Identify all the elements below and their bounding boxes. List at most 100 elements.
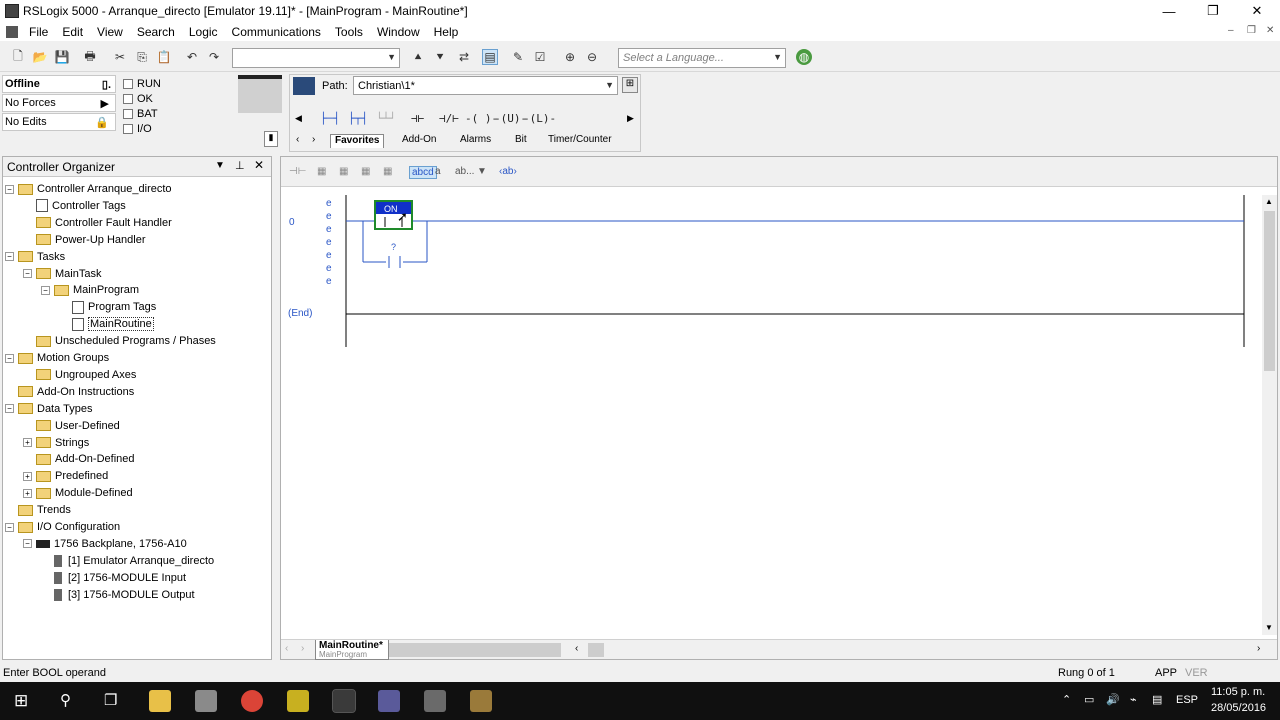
pin-icon[interactable]: ⊥ bbox=[235, 159, 245, 172]
cut-icon[interactable]: ✂ bbox=[112, 49, 128, 65]
expand-icon[interactable]: + bbox=[23, 471, 32, 481]
verify-routine-icon[interactable]: ▤ bbox=[482, 49, 498, 65]
forces-status[interactable]: No Forces ▶ bbox=[2, 94, 116, 112]
controller-mode-status[interactable]: Offline ▯. bbox=[2, 75, 116, 93]
rung-icon[interactable]: ├─┤ bbox=[320, 112, 340, 125]
app-window-icon[interactable] bbox=[195, 690, 217, 712]
collapse-icon[interactable]: − bbox=[5, 184, 14, 194]
tree-item[interactable]: [3] 1756-MODULE Output bbox=[41, 587, 195, 603]
accept-edit-icon[interactable]: ▦ bbox=[339, 166, 348, 177]
emulator-icon[interactable] bbox=[378, 690, 400, 712]
alias-display-icon[interactable]: ab... bbox=[455, 166, 474, 177]
tree-item[interactable]: MainRoutine bbox=[59, 316, 154, 332]
volume-icon[interactable]: 🔊 bbox=[1106, 693, 1120, 706]
cancel-edit-icon[interactable]: ▦ bbox=[361, 166, 370, 177]
menu-communications[interactable]: Communications bbox=[225, 25, 328, 39]
find-up-icon[interactable]: ⯅ bbox=[410, 49, 426, 65]
tree-item[interactable]: Controller Fault Handler bbox=[23, 215, 172, 231]
collapse-icon[interactable]: − bbox=[5, 404, 14, 414]
tray-chevron-icon[interactable]: ⌃ bbox=[1062, 693, 1071, 706]
tree-item[interactable]: Unscheduled Programs / Phases bbox=[23, 333, 216, 349]
rslogix-taskbar-icon[interactable] bbox=[332, 689, 356, 713]
expand-icon[interactable]: + bbox=[23, 438, 32, 447]
copy-icon[interactable]: ⎘ bbox=[134, 49, 150, 65]
display-dropdown-icon[interactable]: ▼ bbox=[477, 166, 487, 177]
menu-tools[interactable]: Tools bbox=[328, 25, 370, 39]
file-explorer-icon[interactable] bbox=[149, 690, 171, 712]
clock-date[interactable]: 28/05/2016 bbox=[1211, 702, 1266, 714]
scroll-left-icon[interactable]: ◀ bbox=[295, 113, 302, 124]
tag-display-icon[interactable]: a bbox=[435, 166, 441, 177]
who-active-icon[interactable]: ⊞ bbox=[622, 77, 638, 93]
task-view-icon[interactable]: ❐ bbox=[104, 691, 117, 709]
menu-help[interactable]: Help bbox=[427, 25, 466, 39]
branch-icon[interactable]: ├┬┤ bbox=[348, 112, 368, 125]
assemble-edit-icon[interactable]: ▦ bbox=[383, 166, 392, 177]
menu-window[interactable]: Window bbox=[370, 25, 427, 39]
xic-icon[interactable]: ⊣⊢ bbox=[411, 112, 424, 125]
mdi-minimize-button[interactable]: – bbox=[1228, 25, 1234, 36]
collapse-icon[interactable]: − bbox=[23, 539, 32, 549]
tree-item[interactable]: Add-On-Defined bbox=[23, 451, 135, 467]
search-icon[interactable]: ⚲ bbox=[60, 691, 71, 709]
print-icon[interactable]: 🖶 bbox=[82, 49, 98, 65]
tree-item[interactable]: − MainProgram bbox=[41, 282, 139, 298]
hscroll-left-icon[interactable]: ‹ bbox=[575, 643, 578, 654]
sheet-prev-icon[interactable]: ‹ bbox=[285, 643, 288, 654]
sheet-tab-mainroutine[interactable]: MainRoutine* MainProgram bbox=[315, 640, 389, 660]
tree-item[interactable]: User-Defined bbox=[23, 418, 120, 434]
organizer-close-icon[interactable]: ✕ bbox=[254, 158, 264, 172]
tree-item[interactable]: Program Tags bbox=[59, 299, 156, 315]
open-folder-icon[interactable]: 📂 bbox=[32, 49, 48, 65]
tree-item[interactable]: Ungrouped Axes bbox=[23, 367, 136, 383]
description-toggle-icon[interactable]: ‹ab› bbox=[499, 166, 517, 177]
network-icon[interactable] bbox=[293, 77, 315, 95]
tree-item[interactable]: [1] Emulator Arranque_directo bbox=[41, 553, 214, 569]
chrome-icon[interactable] bbox=[241, 690, 263, 712]
tree-item[interactable]: Add-On Instructions bbox=[5, 384, 134, 400]
tree-item[interactable]: − MainTask bbox=[23, 266, 101, 282]
collapse-icon[interactable]: − bbox=[41, 285, 50, 295]
menu-file[interactable]: File bbox=[22, 25, 55, 39]
tree-item[interactable]: [2] 1756-MODULE Input bbox=[41, 570, 186, 586]
verify-controller-icon[interactable]: ☑ bbox=[532, 49, 548, 65]
on-instruction-label[interactable]: ON bbox=[384, 204, 398, 214]
collapse-icon[interactable]: − bbox=[5, 522, 14, 532]
tool-app-icon[interactable] bbox=[424, 690, 446, 712]
tab-favorites[interactable]: Favorites bbox=[330, 134, 385, 148]
mdi-restore-button[interactable]: ❐ bbox=[1247, 25, 1256, 36]
document-icon[interactable] bbox=[6, 25, 18, 38]
tree-item[interactable]: + Strings bbox=[23, 435, 89, 451]
undo-icon[interactable]: ↶ bbox=[184, 49, 200, 65]
tree-item[interactable]: − Data Types bbox=[5, 401, 92, 417]
vertical-scroll-thumb[interactable] bbox=[1264, 211, 1275, 371]
tree-item[interactable]: + Module-Defined bbox=[23, 485, 133, 501]
tab-add-on[interactable]: Add-On bbox=[398, 134, 440, 148]
menu-logic[interactable]: Logic bbox=[182, 25, 225, 39]
tree-item[interactable]: − 1756 Backplane, 1756-A10 bbox=[23, 536, 187, 552]
tab-timer-counter[interactable]: Timer/Counter bbox=[544, 134, 616, 148]
new-file-icon[interactable]: 🗋 bbox=[10, 49, 26, 65]
xio-icon[interactable]: ⊣/⊢ bbox=[439, 112, 459, 125]
search-combo[interactable]: ▼ bbox=[232, 48, 400, 68]
rslinx-icon[interactable] bbox=[287, 690, 309, 712]
collapse-icon[interactable]: − bbox=[23, 269, 32, 278]
close-button[interactable]: ✕ bbox=[1234, 0, 1280, 22]
mdi-close-button[interactable]: ✕ bbox=[1266, 25, 1274, 36]
network-tray-icon[interactable]: ⌁ bbox=[1130, 693, 1137, 706]
branch-level-icon[interactable]: └┴┘ bbox=[376, 112, 396, 125]
path-select[interactable]: Christian\1* ▼ bbox=[353, 76, 618, 95]
tree-item[interactable]: Power-Up Handler bbox=[23, 232, 145, 248]
factorytalk-icon[interactable] bbox=[470, 690, 492, 712]
vertical-scrollbar[interactable]: ▲ ▼ bbox=[1262, 195, 1277, 635]
sheet-next-icon[interactable]: › bbox=[301, 643, 304, 654]
tab-alarms[interactable]: Alarms bbox=[456, 134, 495, 148]
notifications-icon[interactable]: ▤ bbox=[1152, 693, 1162, 706]
globe-icon[interactable]: ◍ bbox=[796, 49, 812, 65]
tree-item[interactable]: − Tasks bbox=[5, 249, 65, 265]
menu-edit[interactable]: Edit bbox=[55, 25, 90, 39]
rung-number[interactable]: 0 bbox=[289, 217, 295, 228]
cross-reference-icon[interactable]: ⇄ bbox=[456, 49, 472, 65]
paste-icon[interactable]: 📋 bbox=[156, 49, 172, 65]
otl-icon[interactable]: -(L)- bbox=[523, 112, 556, 125]
